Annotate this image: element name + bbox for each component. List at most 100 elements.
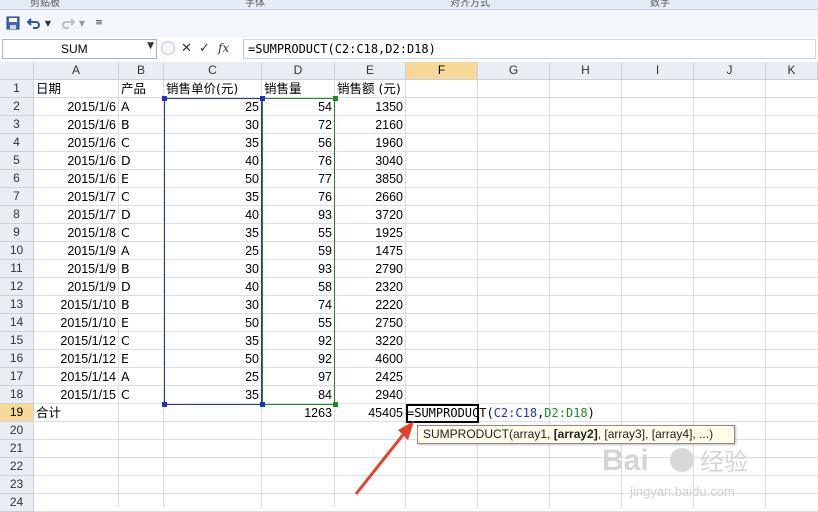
cell-date[interactable]: 2015/1/9 [34,260,116,278]
cell-amount[interactable]: 1960 [335,134,403,152]
row-header-15[interactable]: 15 [0,332,34,350]
cell-amount[interactable]: 3220 [335,332,403,350]
ribbon-group-alignment[interactable]: 对齐方式 [450,0,490,9]
cell-formula-editor[interactable]: =SUMPRODUCT(C2:C18,D2:D18) [407,405,595,422]
row-header-13[interactable]: 13 [0,296,34,314]
cell-date[interactable]: 2015/1/7 [34,188,116,206]
cell-amount[interactable]: 2160 [335,116,403,134]
row-header-7[interactable]: 7 [0,188,34,206]
cell-date[interactable]: 2015/1/12 [34,350,116,368]
cell-product[interactable]: C [121,224,130,242]
expand-handle-icon[interactable] [161,41,175,55]
header-cell-price[interactable]: 销售单价(元) [166,80,238,98]
cell-date[interactable]: 2015/1/14 [34,368,116,386]
cell-product[interactable]: D [121,152,131,170]
cell-product[interactable]: C [121,188,130,206]
cell-product[interactable]: D [121,278,131,296]
cell-amount[interactable]: 2790 [335,260,403,278]
tooltip-function[interactable]: SUMPRODUCT( [423,427,513,441]
row-header-14[interactable]: 14 [0,314,34,332]
cell-date[interactable]: 2015/1/8 [34,224,116,242]
cell-amount[interactable]: 3720 [335,206,403,224]
ribbon-group-font[interactable]: 字体 [245,0,265,9]
header-cell-amount[interactable]: 销售额 (元) [337,80,401,98]
column-header-a[interactable]: A [34,62,119,80]
range-highlight-c2-c18[interactable] [164,98,262,405]
cell-amount[interactable]: 4600 [335,350,403,368]
column-header-i[interactable]: I [622,62,694,80]
name-box[interactable]: SUM ▼ [2,39,157,59]
cell-product[interactable]: A [121,98,130,116]
cancel-icon[interactable]: ✕ [181,41,192,56]
cell-date[interactable]: 2015/1/9 [34,278,116,296]
row-header-9[interactable]: 9 [0,224,34,242]
range-handle[interactable] [260,96,265,101]
column-header-e[interactable]: E [335,62,406,80]
undo-dropdown-icon[interactable]: ▼ [43,15,53,31]
row-header-24[interactable]: 24 [0,494,34,512]
cell-product[interactable]: C [121,332,130,350]
row-header-5[interactable]: 5 [0,152,34,170]
header-cell-date[interactable]: 日期 [36,80,61,98]
cell-date[interactable]: 2015/1/6 [34,98,116,116]
cell-date[interactable]: 2015/1/12 [34,332,116,350]
column-header-f[interactable]: F [406,62,478,80]
row-header-16[interactable]: 16 [0,350,34,368]
cell-date[interactable]: 2015/1/9 [34,242,116,260]
enter-icon[interactable]: ✓ [199,41,210,56]
cell-product[interactable]: A [121,368,130,386]
customize-icon[interactable]: ≡ [94,15,104,31]
cell-product[interactable]: D [121,206,131,224]
row-header-8[interactable]: 8 [0,206,34,224]
column-header-d[interactable]: D [262,62,335,80]
column-header-g[interactable]: G [478,62,550,80]
tooltip-arg1[interactable]: array1, [513,427,554,441]
cell-product[interactable]: C [121,134,130,152]
row-header-10[interactable]: 10 [0,242,34,260]
row-header-17[interactable]: 17 [0,368,34,386]
cell-amount[interactable]: 1925 [335,224,403,242]
range-handle[interactable] [260,402,265,407]
undo-icon[interactable] [26,15,42,31]
row-header-19[interactable]: 19 [0,404,34,422]
cell-date[interactable]: 2015/1/6 [34,170,116,188]
cell-product[interactable]: B [121,116,130,134]
row-header-3[interactable]: 3 [0,116,34,134]
row-header-6[interactable]: 6 [0,170,34,188]
cell-amount[interactable]: 2220 [335,296,403,314]
range-highlight-d2-d18[interactable] [262,98,335,405]
cell-amount[interactable]: 1475 [335,242,403,260]
cell-date[interactable]: 2015/1/6 [34,134,116,152]
cell-product[interactable]: B [121,296,130,314]
cell-amount[interactable]: 3850 [335,170,403,188]
cell-amount[interactable]: 1350 [335,98,403,116]
row-header-2[interactable]: 2 [0,98,34,116]
range-handle[interactable] [162,96,167,101]
formula-input[interactable]: =SUMPRODUCT(C2:C18,D2:D18) [243,39,816,59]
column-header-c[interactable]: C [164,62,262,80]
row-header-4[interactable]: 4 [0,134,34,152]
row-header-12[interactable]: 12 [0,278,34,296]
function-tooltip[interactable]: SUMPRODUCT(array1, [array2], [array3], [… [417,425,735,444]
redo-dropdown-icon[interactable]: ▼ [77,15,87,31]
cell-amount[interactable]: 3040 [335,152,403,170]
total-qty-cell[interactable]: 1263 [262,404,332,422]
ribbon-group-clipboard[interactable]: 剪贴板 [30,0,60,9]
cell-amount[interactable]: 2940 [335,386,403,404]
range-handle[interactable] [333,402,338,407]
cell-product[interactable]: B [121,260,130,278]
formula-range-c[interactable]: C2:C18 [494,406,537,420]
select-all-corner[interactable] [0,62,34,80]
row-header-23[interactable]: 23 [0,476,34,494]
chevron-down-icon[interactable]: ▼ [147,41,154,51]
save-icon[interactable] [5,15,21,31]
range-handle[interactable] [162,402,167,407]
cell-amount[interactable]: 2750 [335,314,403,332]
cell-date[interactable]: 2015/1/6 [34,116,116,134]
total-label-cell[interactable]: 合计 [36,404,61,422]
header-cell-qty[interactable]: 销售量 [264,80,302,98]
column-header-b[interactable]: B [119,62,164,80]
cell-product[interactable]: E [121,170,129,188]
cell-date[interactable]: 2015/1/10 [34,314,116,332]
row-header-18[interactable]: 18 [0,386,34,404]
